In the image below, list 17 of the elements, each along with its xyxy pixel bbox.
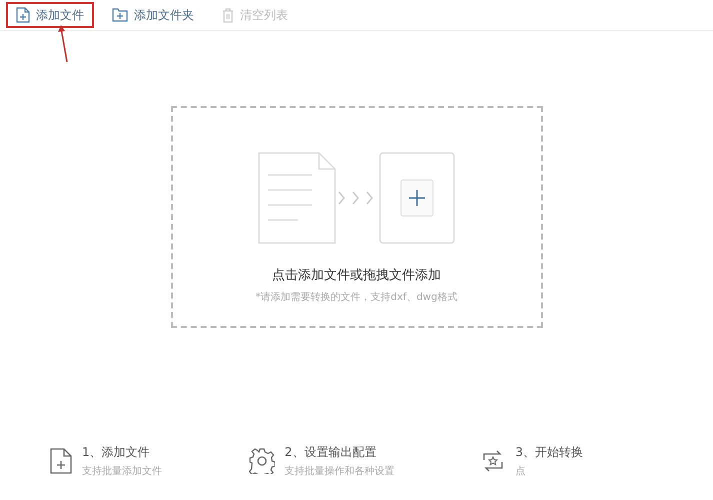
file-add-icon — [50, 448, 72, 474]
convert-icon — [481, 449, 506, 473]
step-title: 1、添加文件 — [82, 444, 151, 461]
file-add-icon — [16, 7, 30, 23]
step-title: 3、开始转换 — [515, 444, 583, 461]
drop-zone-hint: *请添加需要转换的文件，支持dxf、dwg格式 — [256, 290, 458, 304]
step-description: 支持批量操作和各种设置 — [284, 464, 395, 478]
folder-add-icon — [112, 8, 128, 22]
settings-icon — [248, 448, 275, 474]
step-description: 支持批量添加文件 — [82, 464, 162, 478]
drop-zone-title: 点击添加文件或拖拽文件添加 — [272, 267, 441, 284]
step-description: 点 — [515, 464, 526, 478]
drop-zone[interactable]: 点击添加文件或拖拽文件添加 *请添加需要转换的文件，支持dxf、dwg格式 — [170, 106, 542, 328]
trash-icon — [222, 8, 234, 22]
toolbar-button[interactable]: 添加文件 — [6, 2, 94, 28]
toolbar-button[interactable]: 添加文件夹 — [102, 2, 204, 28]
step-title: 2、设置输出配置 — [284, 444, 378, 461]
